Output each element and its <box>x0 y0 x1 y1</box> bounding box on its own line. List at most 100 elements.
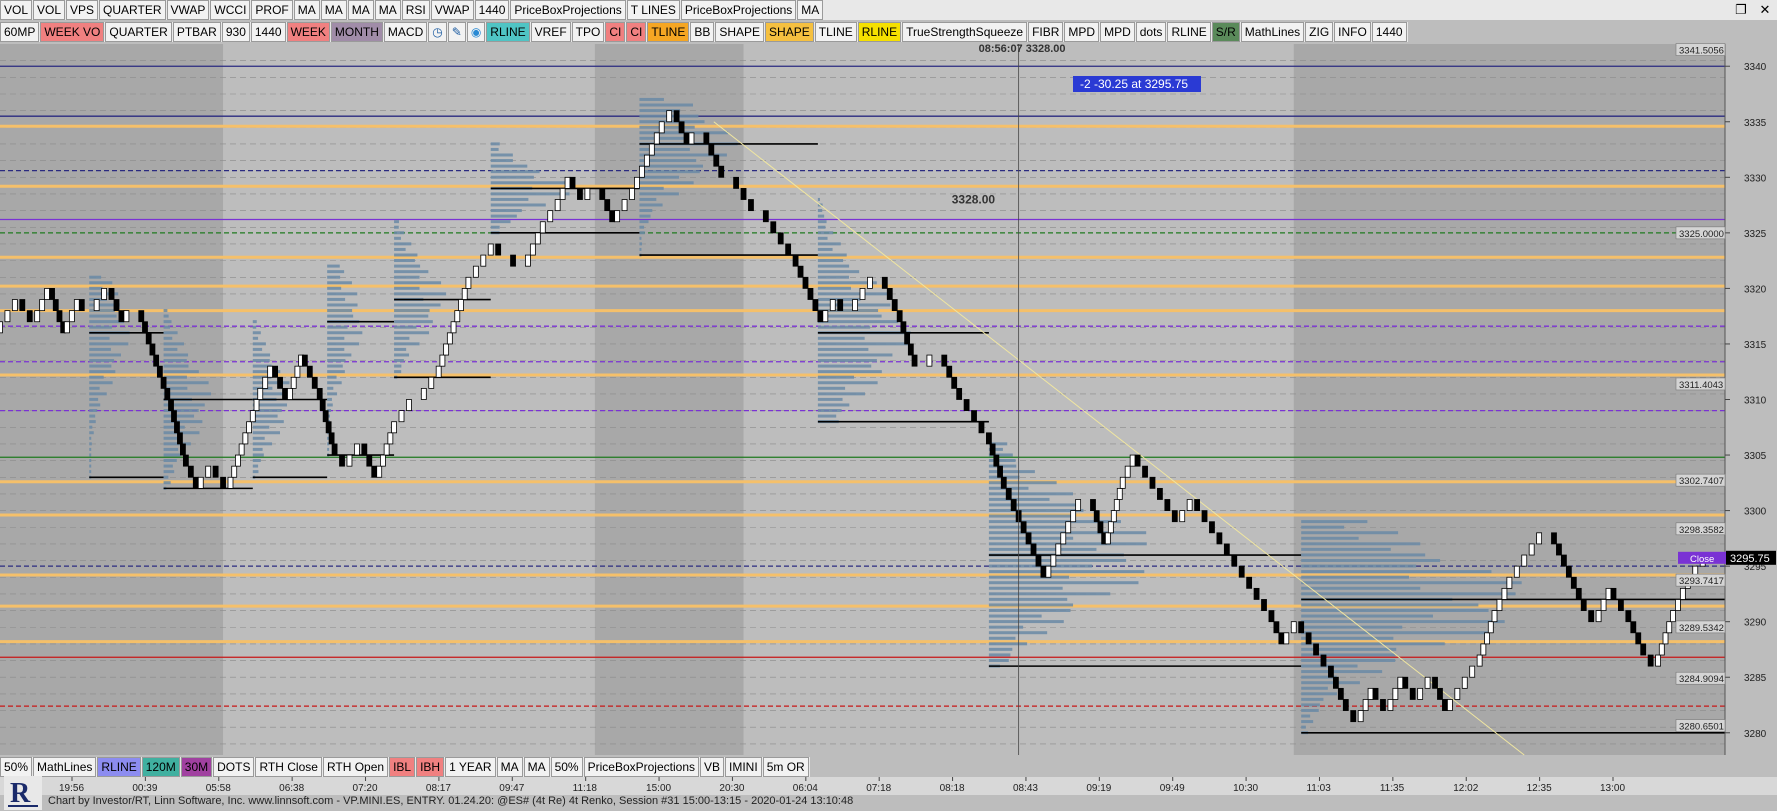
volume-profile-bar <box>988 608 1071 612</box>
renko-brick <box>1561 554 1567 567</box>
renko-brick <box>168 399 174 412</box>
volume-profile-bar <box>327 447 330 451</box>
renko-brick <box>480 254 487 267</box>
renko-brick <box>629 188 635 200</box>
renko-brick <box>867 276 873 289</box>
last-price-label: 3295.75 <box>1730 553 1770 565</box>
bottom-button-1[interactable]: MathLines <box>33 757 97 777</box>
volume-profile-bar <box>394 347 407 351</box>
renko-brick <box>1600 599 1607 611</box>
volume-profile-bar <box>988 570 1145 574</box>
renko-brick <box>529 243 536 256</box>
volume-profile-bar <box>394 281 442 285</box>
renko-brick <box>534 232 541 245</box>
renko-brick <box>465 276 472 289</box>
y-tick-label: 3340 <box>1744 62 1767 73</box>
volume-profile-bar <box>988 514 1072 518</box>
renko-brick <box>1253 587 1260 600</box>
volume-profile-bar <box>817 320 899 324</box>
bottom-button-5[interactable]: DOTS <box>213 757 255 777</box>
volume-profile-bar <box>163 447 179 451</box>
volume-profile-bar <box>490 142 500 146</box>
bottom-button-16[interactable]: IMINI <box>725 757 762 777</box>
volume-profile-bar <box>89 359 115 363</box>
renko-brick <box>435 365 442 378</box>
volume-profile-bar <box>252 453 264 457</box>
volume-profile-bar <box>817 286 852 290</box>
volume-profile-bar <box>988 492 1073 496</box>
renko-brick <box>1392 687 1399 700</box>
renko-brick <box>171 410 177 423</box>
bottom-button-0[interactable]: 50% <box>0 757 33 777</box>
volume-profile-bar <box>1301 708 1319 712</box>
renko-brick <box>708 143 715 156</box>
renko-brick <box>584 188 591 200</box>
volume-profile-bar <box>252 442 273 446</box>
renko-brick <box>678 121 685 134</box>
volume-profile-bar <box>89 436 92 440</box>
renko-brick <box>380 454 386 467</box>
volume-profile-bar <box>163 309 168 313</box>
renko-brick <box>1313 643 1319 656</box>
renko-brick <box>1588 610 1595 623</box>
bottom-button-6[interactable]: RTH Close <box>255 757 322 777</box>
renko-brick <box>182 454 189 467</box>
volume-profile-bar <box>988 658 1009 662</box>
renko-brick <box>428 376 435 389</box>
x-tick-label: 05:58 <box>206 783 231 794</box>
volume-profile-bar <box>252 470 259 474</box>
x-tick-label: 11:03 <box>1306 783 1331 794</box>
renko-brick <box>68 310 75 323</box>
volume-profile-bar <box>89 381 113 385</box>
volume-profile-bar <box>394 270 429 274</box>
volume-profile-bar <box>394 236 401 240</box>
volume-profile-bar <box>490 170 540 174</box>
renko-brick <box>748 199 754 212</box>
renko-brick <box>569 176 576 189</box>
volume-profile-bar <box>988 497 1050 501</box>
bottom-button-17[interactable]: 5m OR <box>762 757 809 777</box>
volume-profile-bar <box>988 470 1035 474</box>
volume-profile-bar <box>1301 603 1479 607</box>
x-tick-label: 11:35 <box>1380 783 1405 794</box>
bottom-button-9[interactable]: IBH <box>416 757 445 777</box>
renko-brick <box>1290 621 1297 634</box>
renko-brick <box>454 310 461 323</box>
bottom-button-14[interactable]: PriceBoxProjections <box>583 757 699 777</box>
renko-brick <box>383 443 390 456</box>
renko-brick <box>1454 687 1461 700</box>
bottom-button-13[interactable]: 50% <box>550 757 583 777</box>
bottom-button-10[interactable]: 1 YEAR <box>445 757 496 777</box>
volume-profile-bar <box>394 320 433 324</box>
y-tick-label: 3300 <box>1744 507 1767 518</box>
bottom-button-11[interactable]: MA <box>496 757 523 777</box>
renko-brick <box>1670 610 1676 623</box>
renko-brick <box>577 188 583 200</box>
renko-brick <box>621 199 628 212</box>
bottom-button-12[interactable]: MA <box>523 757 550 777</box>
x-tick-label: 00:39 <box>132 783 157 794</box>
volume-profile-bar <box>639 175 680 179</box>
renko-brick <box>1119 476 1126 489</box>
volume-profile-bar <box>89 464 92 468</box>
bottom-button-4[interactable]: 30M <box>180 757 213 777</box>
volume-profile-bar <box>817 264 850 268</box>
bottom-button-15[interactable]: VB <box>700 757 725 777</box>
renko-brick <box>311 376 318 389</box>
bottom-button-7[interactable]: RTH Open <box>322 757 389 777</box>
volume-profile-bar <box>327 364 343 368</box>
renko-chart[interactable]: 08:56:07 3328.00 3328.00 -2 -30.25 at 3295… <box>0 0 1777 811</box>
volume-profile-bar <box>639 209 653 213</box>
volume-profile-bar <box>394 286 420 290</box>
bottom-button-2[interactable]: RLINE <box>97 757 141 777</box>
renko-brick <box>604 199 611 212</box>
x-tick-label: 12:02 <box>1453 783 1478 794</box>
volume-profile-bar <box>327 314 354 318</box>
renko-brick <box>1484 632 1490 645</box>
bottom-button-3[interactable]: 120M <box>141 757 180 777</box>
bottom-button-8[interactable]: IBL <box>389 757 416 777</box>
renko-brick <box>306 365 313 378</box>
volume-profile-bar <box>817 370 882 374</box>
volume-profile-bar <box>1301 542 1421 546</box>
renko-brick <box>1179 510 1186 523</box>
